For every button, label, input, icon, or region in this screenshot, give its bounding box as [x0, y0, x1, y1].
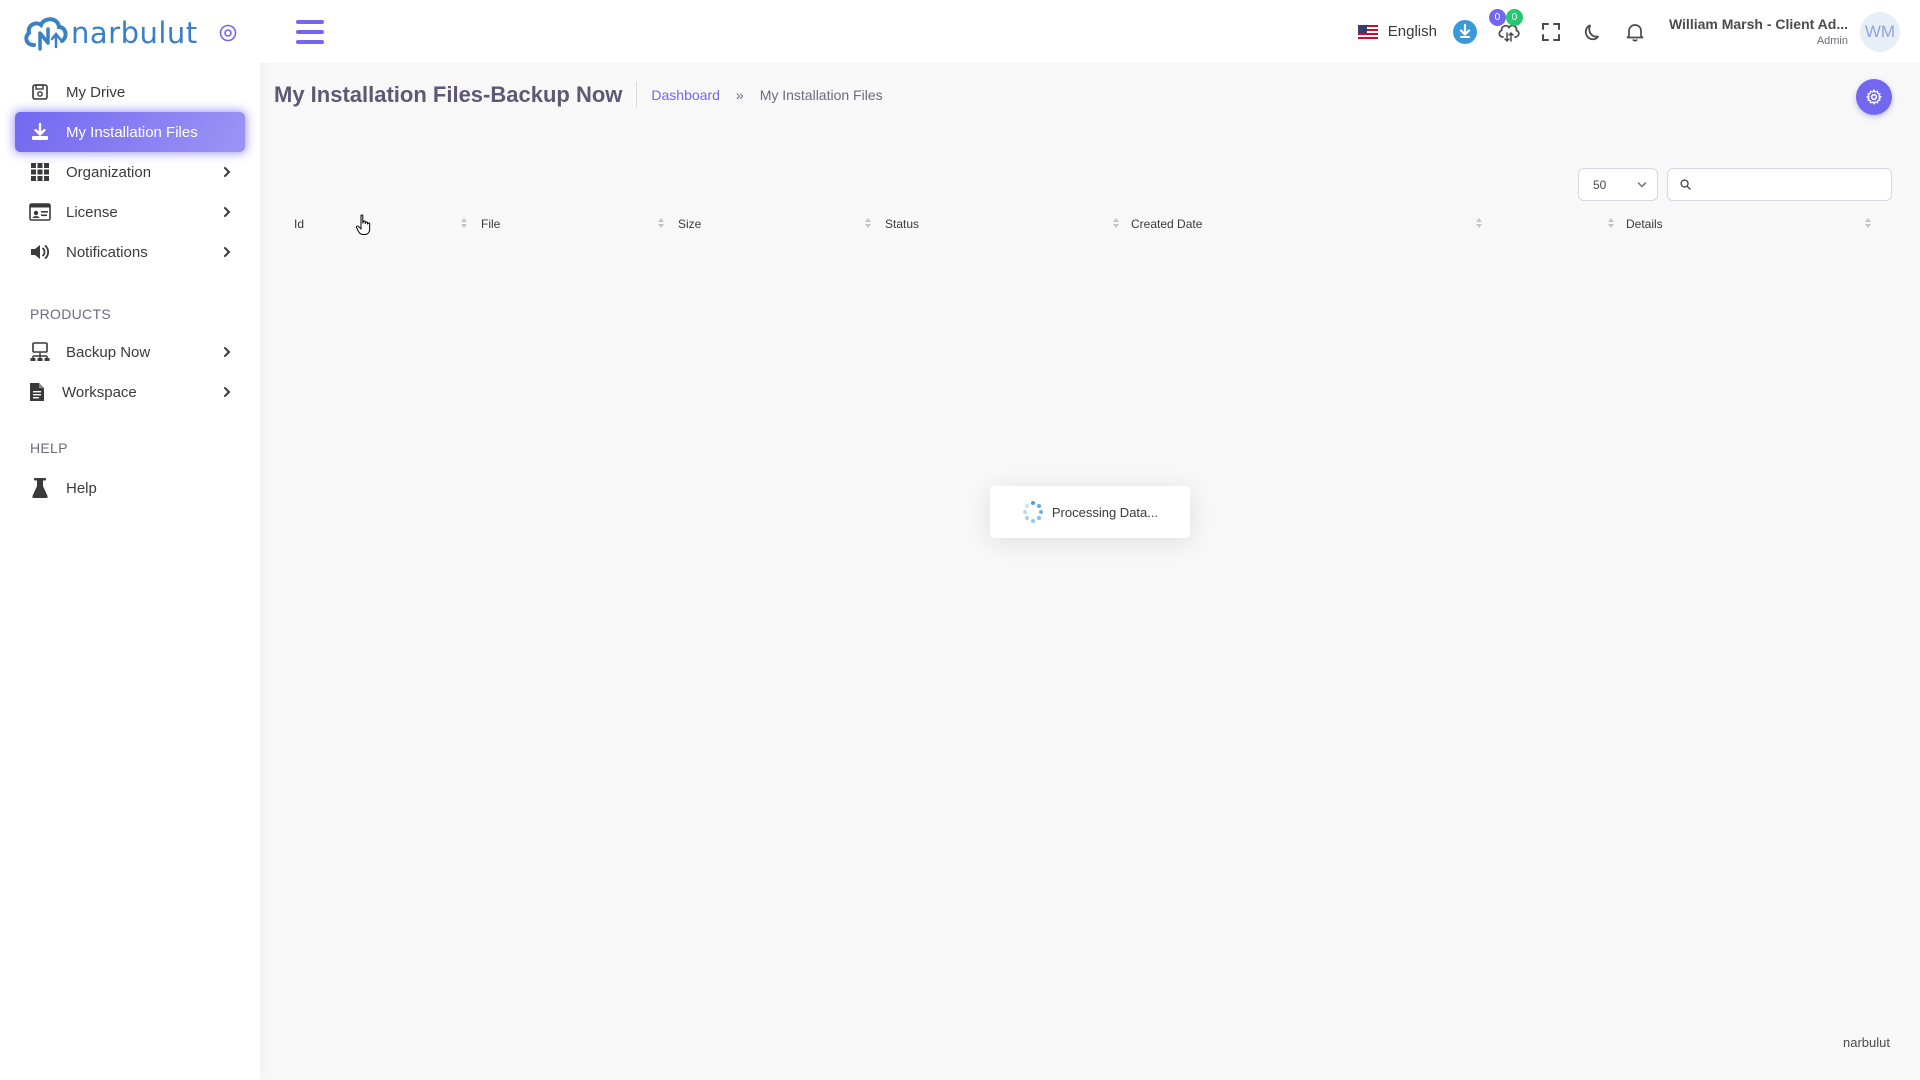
brand-logo[interactable]: narbulut — [22, 13, 198, 53]
sidebar-item-label: Workspace — [62, 383, 137, 401]
gear-icon — [1866, 89, 1882, 105]
megaphone-icon — [28, 240, 52, 264]
hand-cursor-icon — [355, 214, 373, 241]
search-icon — [1680, 179, 1691, 190]
language-selector[interactable]: English — [1357, 23, 1437, 40]
sort-icon — [1608, 218, 1614, 228]
chevron-down-icon — [1637, 181, 1647, 189]
sort-icon — [461, 218, 467, 228]
column-header-file[interactable]: File — [481, 212, 500, 236]
sidebar-help-nav: Help — [0, 468, 260, 508]
brand: narbulut — [0, 0, 260, 66]
fullscreen-icon — [1541, 22, 1560, 41]
processing-indicator: Processing Data... — [990, 486, 1190, 538]
content-header: My Installation Files-Backup Now Dashboa… — [274, 78, 883, 112]
file-icon — [28, 380, 46, 404]
search-input[interactable] — [1697, 177, 1891, 192]
sidebar-item-label: License — [66, 203, 118, 221]
chevron-right-icon — [222, 346, 232, 358]
sidebar-item-license[interactable]: License — [15, 192, 245, 232]
page-size-value: 50 — [1593, 177, 1607, 192]
id-card-icon — [28, 200, 52, 224]
breadcrumb-current: My Installation Files — [759, 87, 883, 103]
sidebar-item-notifications[interactable]: Notifications — [15, 232, 245, 272]
sidebar: narbulut My Drive My Installation Files — [0, 0, 260, 1080]
sync-status-button[interactable]: 0 0 — [1488, 8, 1523, 46]
sidebar-collapse-toggle[interactable] — [218, 23, 238, 43]
sort-icon — [1865, 218, 1871, 228]
column-header-status[interactable]: Status — [885, 212, 919, 236]
column-header-details[interactable]: Details — [1626, 212, 1663, 236]
network-icon — [28, 340, 52, 364]
download-circle-icon — [1452, 19, 1477, 44]
brand-name: narbulut — [71, 16, 198, 50]
bell-icon — [1626, 23, 1644, 41]
sidebar-item-workspace[interactable]: Workspace — [15, 372, 245, 412]
sidebar-nav: My Drive My Installation Files Organizat… — [0, 72, 260, 272]
menu-toggle-button[interactable] — [296, 20, 324, 44]
sidebar-item-my-drive[interactable]: My Drive — [15, 72, 245, 112]
hamburger-bar — [296, 40, 324, 44]
sort-icon — [658, 218, 664, 228]
notifications-button[interactable] — [1621, 18, 1649, 46]
download-button[interactable] — [1451, 18, 1479, 46]
sort-icon — [1476, 218, 1482, 228]
user-info: William Marsh - Client Ad... Admin — [1669, 16, 1848, 47]
breadcrumb-separator: » — [735, 87, 744, 103]
download-icon — [28, 120, 52, 144]
top-navbar: English 0 0 William Marsh - Client Ad...… — [260, 0, 1920, 63]
navbar-actions: English 0 0 William Marsh - Client Ad...… — [1357, 0, 1900, 63]
chevron-right-icon — [222, 386, 232, 398]
download-count-badge: 0 — [1505, 8, 1523, 26]
hamburger-bar — [296, 30, 324, 34]
table-header: Id File Size Status Created Date Details — [274, 212, 1892, 236]
chevron-right-icon — [222, 166, 232, 178]
fullscreen-button[interactable] — [1537, 18, 1565, 46]
sidebar-item-my-installation-files[interactable]: My Installation Files — [15, 112, 245, 152]
sidebar-item-label: Help — [66, 479, 97, 497]
breadcrumb: Dashboard » My Installation Files — [637, 87, 882, 103]
section-header-help: HELP — [30, 440, 68, 456]
sidebar-item-label: Backup Now — [66, 343, 151, 361]
breadcrumb-dashboard-link[interactable]: Dashboard — [651, 87, 720, 103]
spinner-icon — [1022, 501, 1044, 523]
circle-dot-icon — [219, 24, 237, 42]
sidebar-item-label: My Drive — [66, 83, 126, 101]
sidebar-products-nav: Backup Now Workspace — [0, 332, 260, 412]
chevron-right-icon — [222, 246, 232, 258]
footer-brand: narbulut — [1843, 1035, 1890, 1050]
column-header-id[interactable]: Id — [294, 212, 304, 236]
user-menu[interactable]: William Marsh - Client Ad... Admin WM — [1669, 11, 1900, 52]
sidebar-item-label: Organization — [66, 163, 152, 181]
upload-count-badge: 0 — [1488, 8, 1506, 26]
user-name: William Marsh - Client Ad... — [1668, 16, 1848, 32]
grid-icon — [28, 160, 52, 184]
cloud-logo-icon — [24, 17, 68, 51]
sort-icon — [1113, 218, 1119, 228]
sidebar-item-label: My Installation Files — [66, 123, 198, 141]
chevron-right-icon — [222, 206, 232, 218]
search-box[interactable] — [1667, 168, 1892, 201]
language-label: English — [1387, 23, 1437, 40]
page-size-select[interactable]: 50 — [1578, 168, 1658, 201]
page-title: My Installation Files-Backup Now — [274, 82, 638, 108]
dark-mode-toggle[interactable] — [1579, 18, 1607, 46]
flask-icon — [28, 476, 52, 500]
section-header-products: PRODUCTS — [30, 306, 111, 322]
avatar[interactable]: WM — [1860, 11, 1900, 52]
hard-drive-icon — [28, 80, 52, 104]
us-flag-icon — [1357, 24, 1378, 39]
sidebar-item-help[interactable]: Help — [15, 468, 245, 508]
user-role: Admin — [1816, 35, 1848, 47]
column-header-created-date[interactable]: Created Date — [1131, 212, 1202, 236]
column-header-size[interactable]: Size — [678, 212, 701, 236]
moon-icon — [1584, 24, 1599, 40]
sidebar-item-backup-now[interactable]: Backup Now — [15, 332, 245, 372]
processing-text: Processing Data... — [1051, 504, 1159, 520]
hamburger-bar — [296, 20, 324, 24]
settings-button[interactable] — [1856, 79, 1892, 115]
sort-icon — [865, 218, 871, 228]
sidebar-item-organization[interactable]: Organization — [15, 152, 245, 192]
sidebar-item-label: Notifications — [66, 243, 148, 261]
